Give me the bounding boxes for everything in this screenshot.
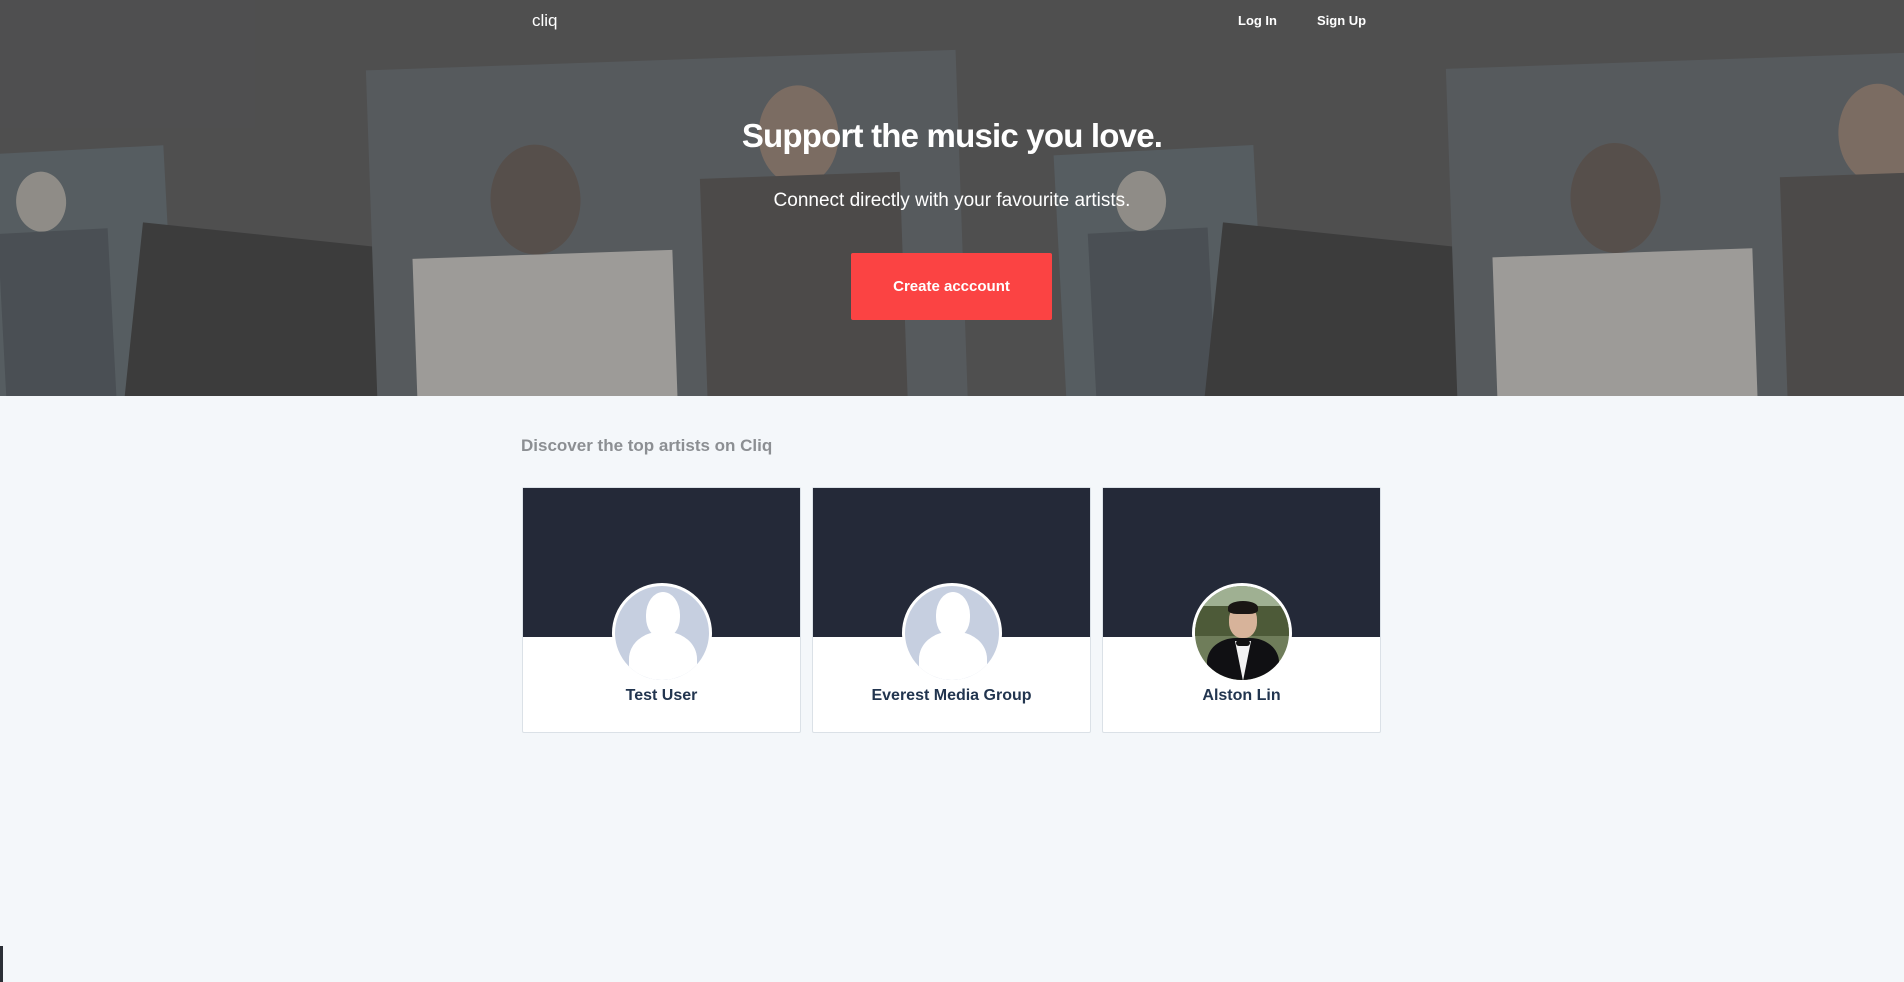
corner-tab: [0, 946, 3, 982]
discover-heading: Discover the top artists on Cliq: [521, 436, 773, 455]
artist-card-test-user[interactable]: Test User: [522, 487, 801, 733]
signup-link[interactable]: Sign Up: [1317, 13, 1366, 28]
hero-subtitle: Connect directly with your favourite art…: [773, 190, 1131, 211]
artist-name[interactable]: Alston Lin: [1103, 687, 1380, 705]
avatar[interactable]: [902, 583, 1002, 683]
artist-card-everest-media-group[interactable]: Everest Media Group: [812, 487, 1091, 733]
artist-name[interactable]: Test User: [523, 687, 800, 705]
artist-card-alston-lin[interactable]: Alston Lin: [1102, 487, 1381, 733]
hero-title: Support the music you love.: [741, 117, 1163, 154]
create-account-button[interactable]: Create acccount: [851, 253, 1052, 320]
login-link[interactable]: Log In: [1238, 13, 1277, 28]
avatar[interactable]: [1192, 583, 1292, 683]
brand-logo[interactable]: cliq: [532, 11, 558, 31]
top-navigation: cliq Log In Sign Up: [0, 0, 1904, 42]
artist-name[interactable]: Everest Media Group: [813, 687, 1090, 705]
avatar[interactable]: [612, 583, 712, 683]
hero-banner: cliq Log In Sign Up Support the music yo…: [0, 0, 1904, 396]
